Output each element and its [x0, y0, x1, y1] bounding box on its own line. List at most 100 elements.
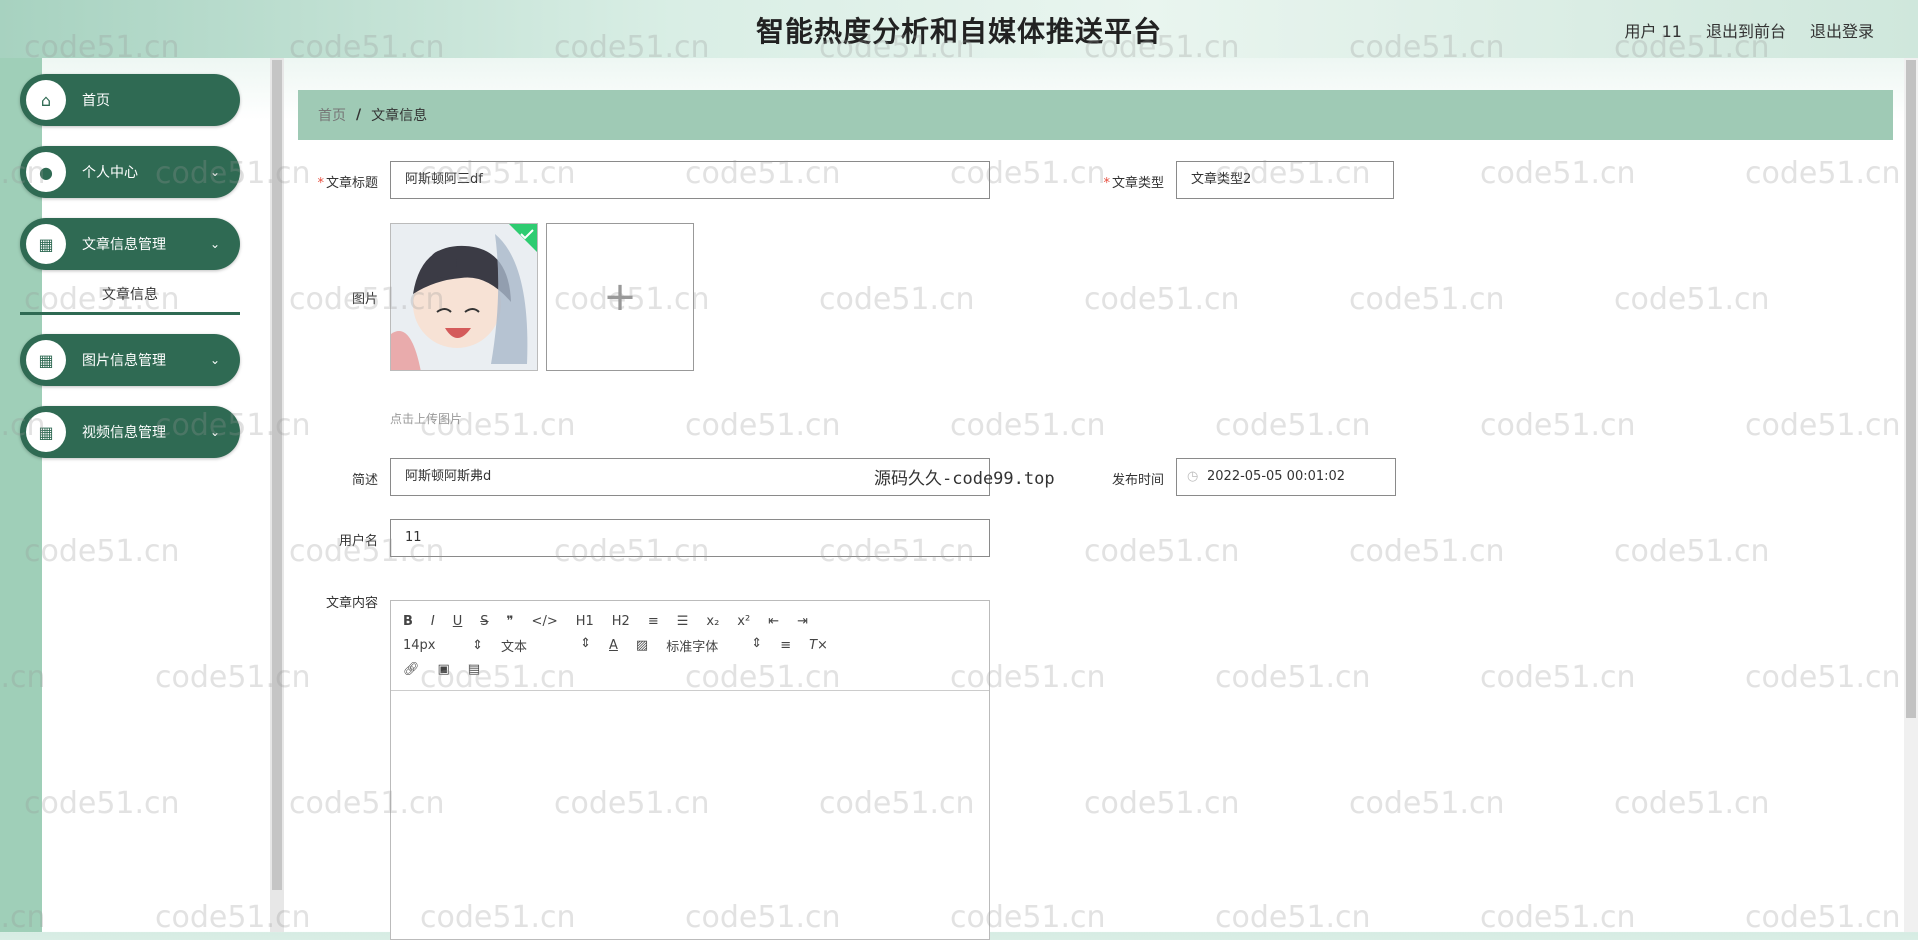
- publish-time-input[interactable]: ◷ 2022-05-05 00:01:02: [1176, 458, 1396, 496]
- watermark-text: code51.cn: [1745, 408, 1901, 443]
- chevron-down-icon: ⌄: [209, 237, 220, 251]
- breadcrumb-current: 文章信息: [371, 108, 428, 124]
- clear-format-icon[interactable]: T×: [809, 638, 828, 653]
- text-color-icon[interactable]: A: [609, 638, 618, 653]
- watermark-text: code51.cn: [950, 408, 1106, 443]
- sidebar-item-article-management[interactable]: ▦ 文章信息管理 ⌄: [20, 218, 240, 270]
- font-size-value: 14px: [403, 637, 436, 653]
- align-icon[interactable]: ≡: [780, 638, 791, 653]
- user-icon: ●: [26, 152, 66, 192]
- background-color-icon[interactable]: ▨: [636, 638, 648, 653]
- font-family-select[interactable]: 标准字体 ⇕: [666, 636, 762, 655]
- ordered-list-button[interactable]: ≡: [648, 614, 659, 629]
- chevron-down-icon: ⌄: [209, 425, 220, 439]
- sidebar-item-video-management[interactable]: ▦ 视频信息管理 ⌄: [20, 406, 240, 458]
- breadcrumb: 首页 / 文章信息: [298, 90, 1893, 140]
- link-icon[interactable]: 🔗︎: [403, 662, 420, 677]
- type-select[interactable]: 文章类型2: [1176, 161, 1394, 199]
- sidebar-item-label: 视频信息管理: [82, 425, 166, 441]
- image-label: 图片: [351, 292, 378, 307]
- underline-button[interactable]: U: [453, 614, 463, 629]
- image-icon[interactable]: ▣: [438, 662, 450, 677]
- toolbar-row-2: 14px ⇕ 文本 ⇕ A ▨ 标准字体 ⇕ ≡ T×: [403, 633, 977, 657]
- updown-icon: ⇕: [751, 635, 763, 651]
- sidebar-item-label: 文章信息管理: [82, 237, 166, 253]
- bold-button[interactable]: B: [403, 614, 413, 629]
- outdent-button[interactable]: ⇤: [768, 614, 779, 629]
- rich-text-editor[interactable]: B I U S ❞ </> H1 H2 ≡ ☰ x₂ x² ⇤ ⇥ 14px ⇕ …: [390, 600, 990, 940]
- watermark-text: code51.cn: [1745, 900, 1901, 935]
- source-watermark: 源码久久-code99.top: [874, 469, 1055, 489]
- uploaded-image[interactable]: [390, 223, 538, 371]
- superscript-button[interactable]: x²: [737, 614, 750, 629]
- chevron-down-icon: ⌄: [209, 353, 220, 367]
- uploaded-image-preview: [391, 224, 537, 370]
- exit-to-front-link[interactable]: 退出到前台: [1706, 18, 1786, 42]
- content-label: 文章内容: [325, 596, 378, 611]
- header-select[interactable]: 文本 ⇕: [501, 636, 591, 655]
- username-input[interactable]: 11: [390, 519, 990, 557]
- title-input[interactable]: 阿斯顿阿三df: [390, 161, 990, 199]
- upload-add-button[interactable]: +: [546, 223, 694, 371]
- subscript-button[interactable]: x₂: [706, 614, 719, 629]
- watermark-text: code51.cn: [1349, 786, 1505, 821]
- watermark-text: code51.cn: [1215, 900, 1371, 935]
- scrollbar-thumb[interactable]: [272, 60, 282, 890]
- sidebar-scrollbar[interactable]: [270, 58, 284, 932]
- main-scrollbar[interactable]: [1904, 58, 1918, 932]
- sidebar-item-personal-center[interactable]: ● 个人中心 ⌄: [20, 146, 240, 198]
- submenu-item-article-info[interactable]: 文章信息: [20, 280, 240, 315]
- sidebar-item-label: 图片信息管理: [82, 353, 166, 369]
- code-button[interactable]: </>: [532, 614, 558, 629]
- current-user[interactable]: 用户 11: [1625, 18, 1682, 42]
- updown-icon: ⇕: [580, 635, 591, 651]
- watermark-text: code51.cn: [685, 408, 841, 443]
- watermark-text: code51.cn: [1480, 408, 1636, 443]
- watermark-text: code51.cn: [1084, 282, 1240, 317]
- sidebar-item-home[interactable]: ⌂ 首页: [20, 74, 240, 126]
- sidebar-item-image-management[interactable]: ▦ 图片信息管理 ⌄: [20, 334, 240, 386]
- watermark-text: code51.cn: [819, 282, 975, 317]
- sidebar: ⌂ 首页 ● 个人中心 ⌄ ▦ 文章信息管理 ⌄ 文章信息 ▦ 图片信息管理 ⌄…: [0, 58, 268, 932]
- scrollbar-thumb[interactable]: [1906, 60, 1916, 718]
- toolbar-row-1: B I U S ❞ </> H1 H2 ≡ ☰ x₂ x² ⇤ ⇥: [403, 609, 977, 633]
- font-size-select[interactable]: 14px ⇕: [403, 638, 483, 653]
- breadcrumb-separator: /: [356, 107, 362, 123]
- watermark-text: code51.cn: [1480, 660, 1636, 695]
- publish-time-value: 2022-05-05 00:01:02: [1207, 469, 1346, 484]
- upload-tip: 点击上传图片: [390, 412, 463, 426]
- username-label: 用户名: [338, 534, 378, 549]
- watermark-text: code51.cn: [1215, 408, 1371, 443]
- grid-icon: ▦: [26, 412, 66, 452]
- h2-button[interactable]: H2: [612, 614, 630, 629]
- home-icon: ⌂: [26, 80, 66, 120]
- watermark-text: code51.cn: [1745, 660, 1901, 695]
- video-icon[interactable]: ▤: [468, 662, 480, 677]
- strike-button[interactable]: S: [480, 614, 488, 629]
- watermark-text: code51.cn: [1084, 534, 1240, 569]
- plus-icon: +: [603, 274, 637, 320]
- editor-content-area[interactable]: [391, 691, 989, 939]
- grid-icon: ▦: [26, 224, 66, 264]
- clock-icon: ◷: [1187, 469, 1199, 484]
- watermark-text: code51.cn: [1215, 660, 1371, 695]
- type-label: * 文章类型: [1103, 176, 1164, 191]
- italic-button[interactable]: I: [431, 614, 435, 629]
- editor-toolbar: B I U S ❞ </> H1 H2 ≡ ☰ x₂ x² ⇤ ⇥ 14px ⇕ …: [391, 601, 989, 691]
- h1-button[interactable]: H1: [576, 614, 594, 629]
- watermark-text: code51.cn: [1084, 786, 1240, 821]
- quote-button[interactable]: ❞: [507, 614, 514, 629]
- sidebar-item-label: 个人中心: [82, 165, 138, 181]
- updown-icon: ⇕: [472, 637, 483, 653]
- watermark-text: code51.cn: [1349, 282, 1505, 317]
- watermark-text: code51.cn: [1745, 156, 1901, 191]
- indent-button[interactable]: ⇥: [797, 614, 808, 629]
- logout-link[interactable]: 退出登录: [1810, 18, 1874, 42]
- title-label: * 文章标题: [317, 176, 378, 191]
- watermark-text: code51.cn: [1349, 534, 1505, 569]
- breadcrumb-home[interactable]: 首页: [318, 105, 346, 125]
- watermark-text: code51.cn: [1480, 900, 1636, 935]
- bullet-list-button[interactable]: ☰: [677, 614, 689, 629]
- grid-icon: ▦: [26, 340, 66, 380]
- watermark-text: code51.cn: [1480, 156, 1636, 191]
